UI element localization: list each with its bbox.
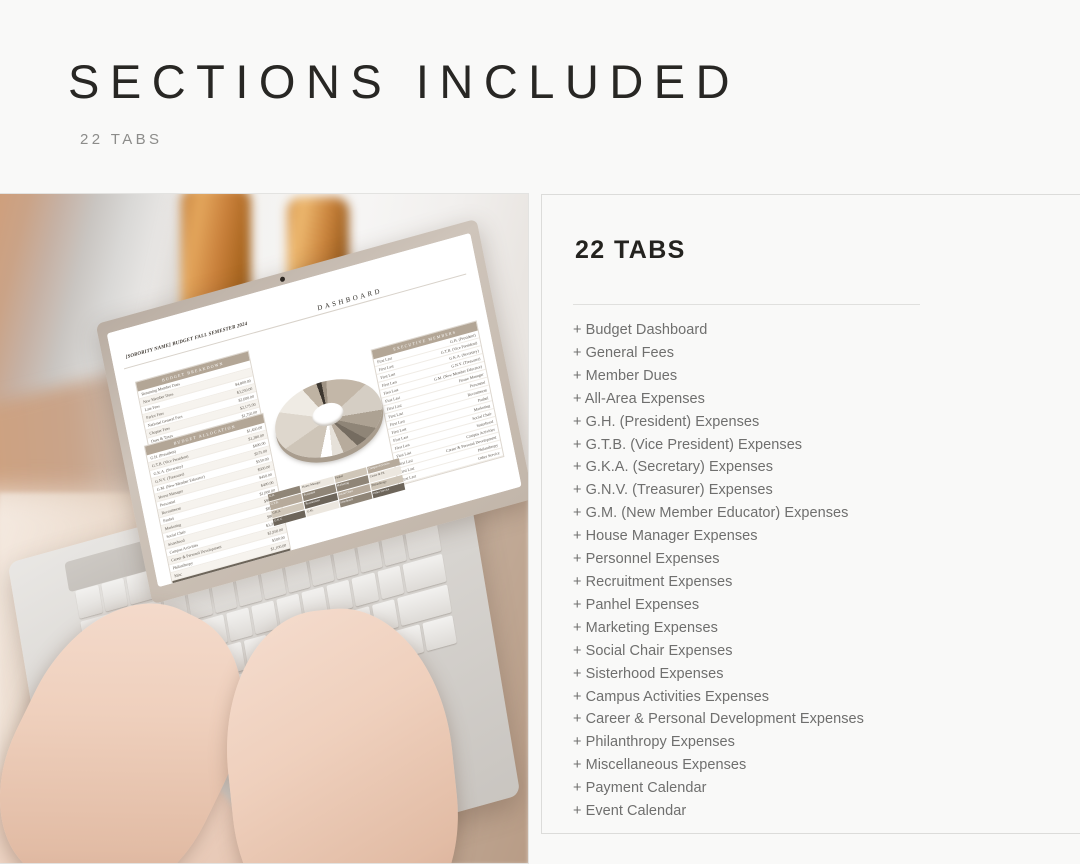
key [376, 565, 404, 600]
list-item: + Miscellaneous Expenses [573, 757, 747, 774]
page-subtitle: 22 TABS [80, 131, 163, 148]
list-item: + General Fees [573, 344, 675, 361]
list-item: + Recruitment Expenses [573, 573, 733, 590]
laptop-mockup-photo: [SORORITY NAME] BUDGET FALL SEMESTER 202… [0, 194, 528, 863]
list-item: + Marketing Expenses [573, 619, 718, 636]
tabs-card-divider [573, 304, 920, 305]
list-item: + House Manager Expenses [573, 528, 758, 545]
list-item: + Payment Calendar [573, 780, 707, 797]
list-item: + Personnel Expenses [573, 551, 720, 568]
tabs-list-card: 22 TABS + Budget Dashboard + General Fee… [541, 194, 1080, 834]
key [226, 607, 254, 642]
list-item: + Career & Personal Development Expenses [573, 711, 864, 728]
page-header: SECTIONS INCLUDED 22 TABS [0, 0, 1080, 193]
list-item: + G.N.V. (Treasurer) Expenses [573, 482, 773, 499]
page-title: SECTIONS INCLUDED [68, 55, 741, 108]
list-item: + Sisterhood Expenses [573, 665, 724, 682]
list-item: + Philanthropy Expenses [573, 734, 735, 751]
list-item: + Campus Activities Expenses [573, 688, 770, 705]
list-item: + All-Area Expenses [573, 390, 705, 407]
list-item: + Event Calendar [573, 803, 687, 820]
list-item: + G.M. (New Member Educator) Expenses [573, 505, 849, 522]
list-item: + G.H. (President) Expenses [573, 413, 760, 430]
list-item: + Social Chair Expenses [573, 642, 733, 659]
laptop: [SORORITY NAME] BUDGET FALL SEMESTER 202… [0, 218, 528, 863]
tabs-card-title: 22 TABS [575, 236, 686, 264]
webcam-icon [279, 276, 286, 283]
list-item: + G.K.A. (Secretary) Expenses [573, 459, 774, 476]
list-item: + Panhel Expenses [573, 596, 700, 613]
tabs-list: + Budget Dashboard + General Fees + Memb… [573, 319, 1073, 823]
list-item: + G.T.B. (Vice President) Expenses [573, 436, 803, 453]
list-item: + Member Dues [573, 367, 678, 384]
key [351, 572, 379, 607]
product-photo-panel: [SORORITY NAME] BUDGET FALL SEMESTER 202… [0, 193, 529, 864]
list-item: + Budget Dashboard [573, 322, 708, 338]
key [75, 584, 103, 619]
